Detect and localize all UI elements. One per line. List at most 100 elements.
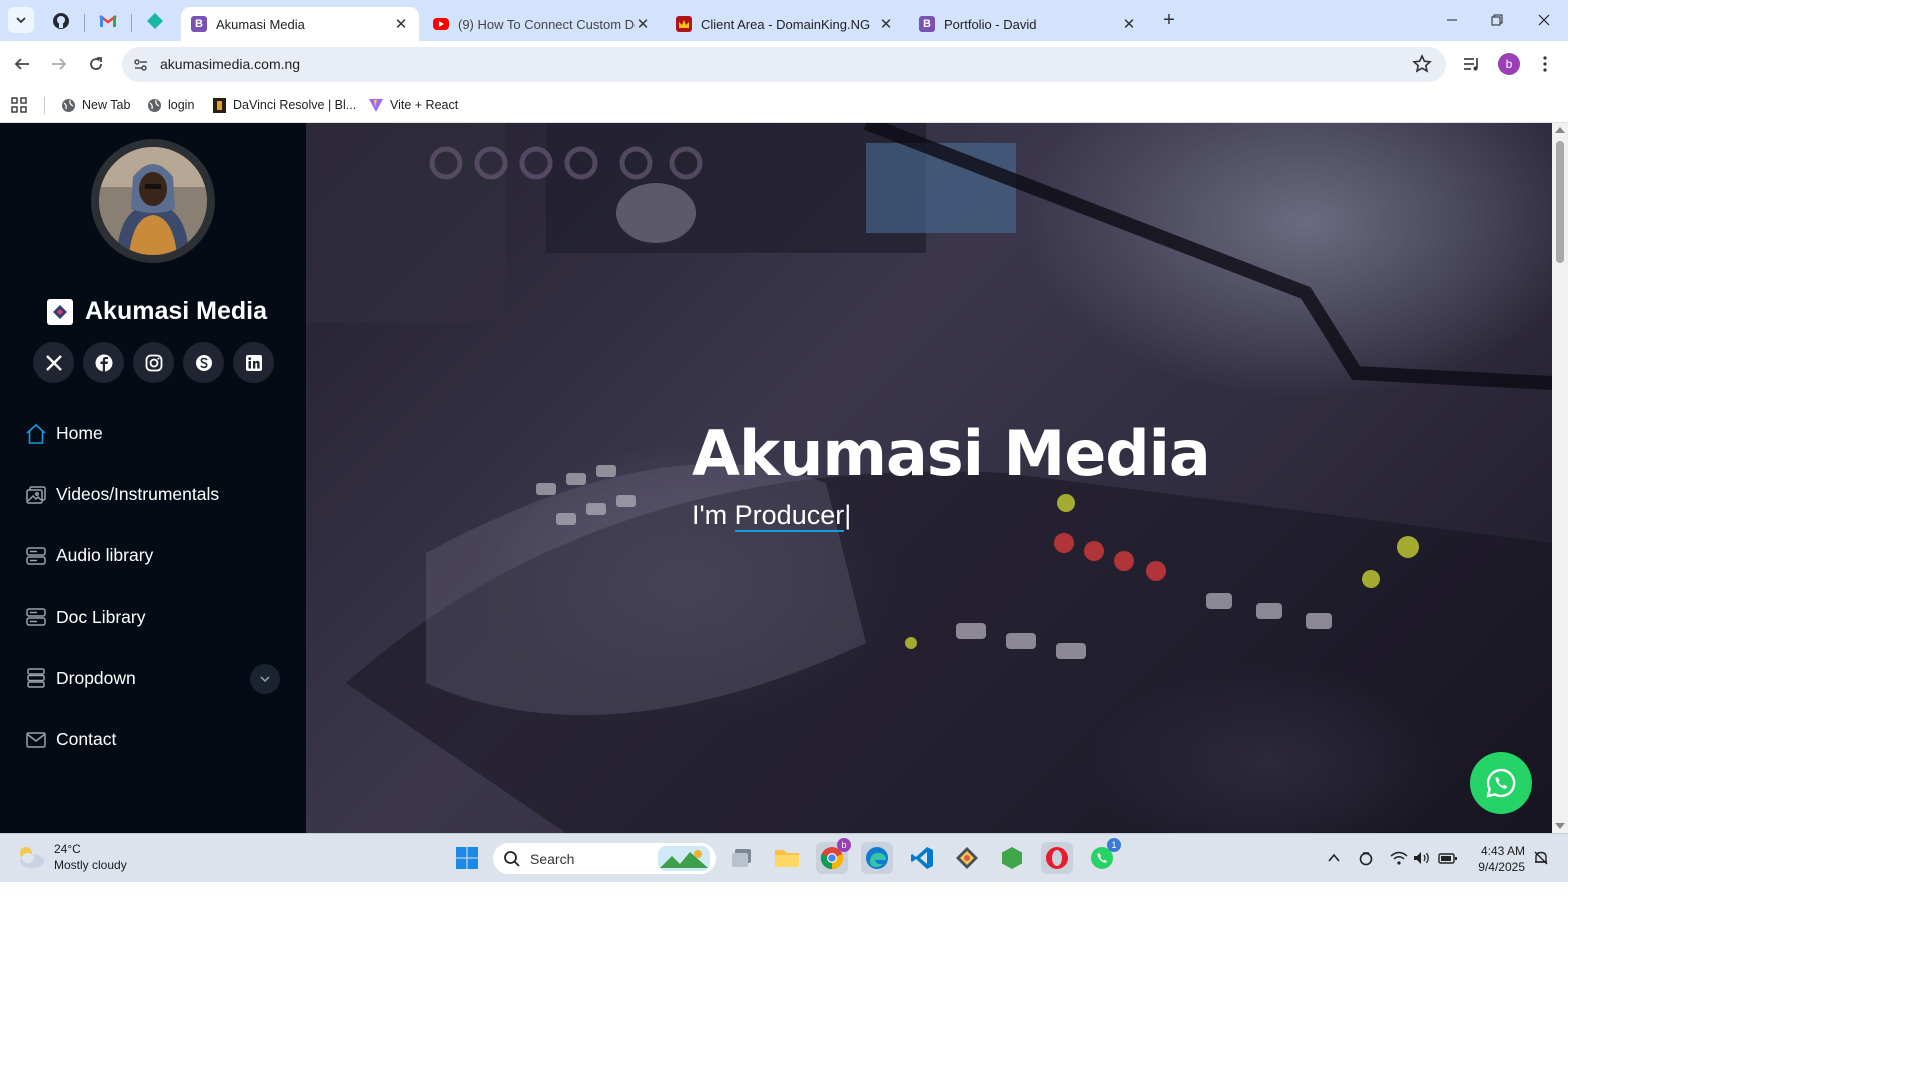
bootstrap-icon: B (191, 16, 207, 32)
more-vertical-icon (1543, 56, 1547, 72)
reload-button[interactable] (83, 51, 109, 77)
chevron-down-icon (16, 17, 26, 24)
nav-item-videos[interactable]: Videos/Instrumentals (24, 464, 284, 525)
task-view-icon (732, 849, 751, 867)
clock-date: 9/4/2025 (1478, 860, 1525, 874)
git-client-taskbar-button[interactable] (951, 842, 983, 874)
scroll-down-arrow[interactable] (1555, 823, 1565, 829)
close-icon[interactable]: ✕ (393, 15, 409, 33)
volume-button[interactable] (1411, 847, 1433, 869)
browser-tab-strip: B Akumasi Media ✕ (9) How To Connect Cus… (0, 0, 1568, 41)
system-clock[interactable]: 4:43 AM 9/4/2025 (1471, 843, 1525, 875)
pinned-tab-app[interactable] (142, 8, 168, 34)
x-icon (45, 354, 62, 371)
avatar: b (1498, 53, 1520, 75)
tray-app-icon[interactable] (1355, 847, 1377, 869)
images-icon (24, 483, 48, 507)
restore-button[interactable] (1482, 8, 1512, 32)
media-controls-button[interactable] (1459, 51, 1485, 77)
apps-grid-icon (11, 97, 27, 113)
windows-taskbar: 24°C Mostly cloudy Search b 1 4:43 AM 9/… (0, 833, 1568, 882)
house-icon (24, 422, 48, 446)
tab-domainking[interactable]: Client Area - DomainKing.NG ✕ (666, 7, 904, 41)
site-brand[interactable]: Akumasi Media (47, 297, 267, 326)
copilot-icon (1359, 852, 1373, 866)
gmail-icon (99, 15, 117, 27)
new-tab-button[interactable]: + (1158, 9, 1180, 31)
notifications-button[interactable] (1530, 847, 1552, 869)
profile-button[interactable]: b (1496, 51, 1522, 77)
whatsapp-chat-button[interactable] (1470, 752, 1532, 814)
close-icon[interactable]: ✕ (635, 15, 651, 33)
weather-widget[interactable]: 24°C Mostly cloudy (16, 841, 127, 873)
nav-item-contact[interactable]: Contact (24, 709, 284, 770)
nodejs-taskbar-button[interactable] (996, 842, 1028, 874)
chrome-taskbar-button[interactable]: b (816, 838, 851, 874)
hero-subtitle: I'm Producer| (692, 500, 851, 532)
start-button[interactable] (451, 842, 483, 874)
facebook-link[interactable] (83, 342, 124, 383)
battery-button[interactable] (1437, 847, 1459, 869)
minimize-button[interactable] (1437, 8, 1467, 32)
hero-section: Akumasi Media I'm Producer| (306, 123, 1552, 833)
apps-button[interactable] (11, 94, 27, 116)
typed-text: Producer (734, 500, 845, 532)
close-window-button[interactable] (1529, 8, 1559, 32)
bookmark-new-tab[interactable]: New Tab (60, 94, 130, 116)
nav-item-doc-library[interactable]: Doc Library (24, 587, 284, 648)
folder-icon (775, 850, 799, 867)
nav-item-audio-library[interactable]: Audio library (24, 525, 284, 586)
windows-icon (456, 847, 478, 869)
scroll-up-arrow[interactable] (1555, 127, 1565, 133)
whatsapp-icon (1486, 768, 1516, 798)
restore-icon (1491, 14, 1503, 26)
bookmark-login[interactable]: login (146, 94, 194, 116)
instagram-link[interactable] (133, 342, 174, 383)
close-icon[interactable]: ✕ (878, 15, 894, 33)
social-links (33, 342, 274, 383)
cloud-moon-icon (20, 847, 44, 868)
stack-icon (24, 666, 48, 690)
hero-title: Akumasi Media (692, 417, 1211, 490)
nav-item-dropdown[interactable]: Dropdown (24, 648, 284, 709)
server-icon (24, 544, 48, 568)
github-icon (53, 13, 69, 29)
browser-toolbar: akumasimedia.com.ng b (0, 41, 1568, 87)
weather-temp: 24°C (54, 842, 81, 856)
dropdown-toggle[interactable] (250, 663, 280, 694)
chrome-menu-button[interactable] (1532, 51, 1558, 77)
pinned-tab-gmail[interactable] (95, 8, 121, 34)
show-hidden-icons-button[interactable] (1323, 847, 1345, 869)
search-icon (504, 850, 520, 867)
file-explorer-button[interactable] (771, 842, 803, 874)
pinned-tab-github[interactable] (48, 8, 74, 34)
tab-title: Portfolio - David (944, 16, 1037, 32)
tab-youtube[interactable]: (9) How To Connect Custom Do ✕ (423, 7, 661, 41)
wifi-button[interactable] (1388, 847, 1410, 869)
nav-label: Audio library (56, 545, 154, 566)
skype-icon (195, 354, 212, 371)
opera-taskbar-button[interactable] (1041, 842, 1073, 874)
bookmark-davinci[interactable]: DaVinci Resolve | Bl... (211, 94, 356, 116)
close-icon[interactable]: ✕ (1121, 15, 1137, 33)
forward-button[interactable] (46, 51, 72, 77)
instagram-icon (145, 354, 162, 371)
scroll-thumb[interactable] (1556, 141, 1564, 263)
back-button[interactable] (9, 51, 35, 77)
tab-portfolio[interactable]: B Portfolio - David ✕ (909, 7, 1147, 41)
edge-taskbar-button[interactable] (861, 842, 893, 874)
x-twitter-link[interactable] (33, 342, 74, 383)
taskbar-search[interactable]: Search (493, 843, 716, 874)
page-scrollbar[interactable] (1552, 123, 1568, 833)
notification-badge: 1 (1107, 838, 1121, 852)
tab-search-button[interactable] (8, 7, 34, 33)
vscode-taskbar-button[interactable] (906, 842, 938, 874)
bookmark-vite-react[interactable]: Vite + React (368, 94, 458, 116)
skype-link[interactable] (183, 342, 224, 383)
whatsapp-taskbar-button[interactable]: 1 (1086, 838, 1121, 874)
tab-akumasi-media[interactable]: B Akumasi Media ✕ (181, 7, 419, 41)
nav-item-home[interactable]: Home (24, 403, 284, 464)
linkedin-link[interactable] (233, 342, 274, 383)
task-view-button[interactable] (727, 842, 759, 874)
address-bar[interactable]: akumasimedia.com.ng (122, 47, 1446, 82)
